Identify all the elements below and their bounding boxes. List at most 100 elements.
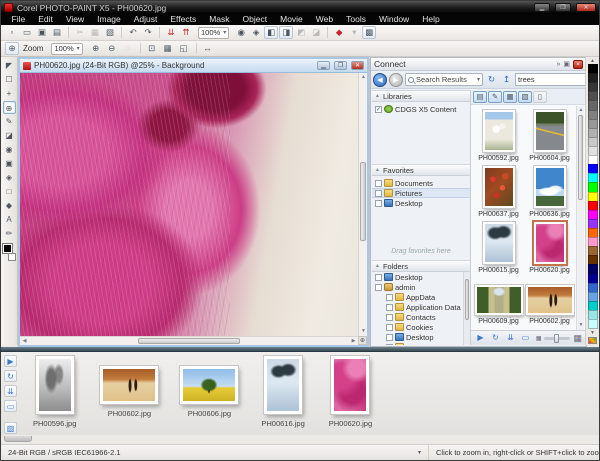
sync-button[interactable]: ↻ — [489, 332, 502, 344]
open-icon[interactable]: ▭ — [20, 26, 34, 39]
scroll-up-icon[interactable]: ▲ — [577, 106, 585, 115]
thumbnail-item[interactable]: PH00592.jpg — [473, 110, 524, 166]
forward-button[interactable]: ▶ — [389, 73, 403, 87]
filter-vector-toggle[interactable]: ✎ — [488, 91, 502, 103]
import-button[interactable]: ⇊ — [504, 332, 517, 344]
fill-tool[interactable]: ◆ — [3, 199, 16, 212]
tray-thumbnail-image[interactable] — [100, 366, 158, 404]
checkbox[interactable] — [386, 324, 393, 331]
folder-tree-item[interactable]: Desktop — [372, 272, 470, 282]
foreground-color-swatch[interactable] — [3, 244, 12, 253]
slider-handle[interactable] — [554, 334, 559, 343]
fullscreen-preview-icon[interactable]: ◉ — [234, 26, 248, 39]
checkbox[interactable] — [386, 304, 393, 311]
thumbnail-image[interactable] — [534, 166, 566, 208]
upload-button[interactable]: ↥ — [500, 73, 513, 86]
tray-thumbnail-image[interactable] — [36, 356, 74, 414]
grid-icon[interactable]: ◩ — [294, 26, 308, 39]
new-icon[interactable]: ▫ — [5, 26, 19, 39]
import-icon[interactable]: ⇊ — [164, 26, 178, 39]
tray-thumbnail-image[interactable] — [264, 356, 302, 414]
doc-close-button[interactable]: ✕ — [351, 61, 364, 70]
thumbnail-item[interactable]: PH00615.jpg — [473, 222, 524, 278]
tray-thumbnail-item[interactable]: PH00602.jpg — [100, 356, 158, 418]
menu-item[interactable]: Movie — [274, 14, 310, 25]
zoom-to-width-icon[interactable]: ◱ — [177, 42, 191, 55]
thumbnails-scrollbar[interactable]: ▲ ▼ — [576, 106, 584, 330]
scroll-right-icon[interactable]: ▶ — [349, 337, 358, 346]
save-icon[interactable]: ▣ — [35, 26, 49, 39]
zoom-to-selection-icon[interactable]: ◌ — [121, 42, 135, 55]
paste-icon[interactable]: ▧ — [103, 26, 117, 39]
checkbox[interactable] — [386, 314, 393, 321]
tray-thumbnail-image[interactable] — [331, 356, 369, 414]
navigator-icon[interactable]: ⊕ — [358, 336, 367, 345]
scroll-thumb[interactable] — [138, 338, 239, 344]
cut-icon[interactable]: ✂ — [73, 26, 87, 39]
launch-icon[interactable]: ◈ — [249, 26, 263, 39]
tray-collapse-tab[interactable] — [4, 436, 32, 442]
eyedropper-tool[interactable]: ✎ — [3, 115, 16, 128]
palette-options-icon[interactable] — [588, 337, 597, 344]
text-tool[interactable]: A — [3, 213, 16, 226]
tray-thumbnail-image[interactable] — [180, 366, 238, 404]
scroll-thumb[interactable] — [465, 279, 469, 320]
zoom-to-height-icon[interactable]: ↔ — [201, 42, 215, 55]
folder-tree-item[interactable]: Application Data — [372, 302, 470, 312]
show-object-marquee-icon[interactable]: ◨ — [279, 26, 293, 39]
properties-button[interactable]: ▭ — [519, 332, 532, 344]
checkbox[interactable] — [375, 274, 382, 281]
clone-tool[interactable]: ▣ — [3, 157, 16, 170]
menu-item[interactable]: Edit — [32, 14, 60, 25]
color-mode-cell[interactable]: 24-Bit RGB / sRGB IEC61966-2.1 ▾ — [1, 445, 429, 460]
chevron-down-icon[interactable]: ▾ — [477, 76, 480, 83]
tray-options-button[interactable]: ▨ — [4, 422, 17, 434]
tray-thumbnail-item[interactable]: PH00620.jpg — [329, 356, 372, 428]
folders-header[interactable]: ▲ Folders — [372, 260, 470, 272]
tray-sync-button[interactable]: ↻ — [4, 370, 17, 382]
export-icon[interactable]: ⇈ — [179, 26, 193, 39]
menu-item[interactable]: Window — [372, 14, 415, 25]
thumbnail-image[interactable] — [534, 222, 566, 264]
mask-tool[interactable]: ☐ — [3, 73, 16, 86]
folder-tree-item[interactable]: Documents — [372, 342, 470, 345]
favorites-header[interactable]: ▲ Favorites — [372, 164, 470, 176]
folder-tree-item[interactable]: Contacts — [372, 312, 470, 322]
minimize-button[interactable]: ▁ — [534, 3, 550, 12]
image-canvas[interactable] — [20, 73, 358, 336]
folder-tree-item[interactable]: admin — [372, 282, 470, 292]
thumbnail-item[interactable]: PH00620.jpg — [524, 222, 575, 278]
back-button[interactable]: ◀ — [373, 73, 387, 87]
close-button[interactable]: ✕ — [576, 3, 596, 12]
zoom-levels-combo[interactable]: 100%▾ — [51, 43, 82, 55]
mask-transform-tool[interactable]: + — [3, 87, 16, 100]
palette-scroll-down-icon[interactable]: ▼ — [590, 330, 595, 336]
eraser-tool[interactable]: ◪ — [3, 129, 16, 142]
checkbox[interactable] — [375, 284, 382, 291]
thumbnail-image[interactable] — [526, 285, 574, 315]
menu-item[interactable]: Help — [416, 14, 446, 25]
thumbnail-item[interactable]: PH00602.jpg — [524, 278, 575, 330]
checkbox[interactable] — [386, 344, 393, 346]
mask-mode-dropdown-icon[interactable]: ▾ — [347, 26, 361, 39]
tray-thumbnail-item[interactable]: PH00596.jpg — [33, 356, 76, 428]
checkbox[interactable] — [386, 294, 393, 301]
menu-item[interactable]: Object — [236, 14, 274, 25]
address-bar[interactable]: Search Results ▾ — [405, 73, 483, 86]
maximize-button[interactable]: ❐ — [555, 3, 571, 12]
scroll-down-icon[interactable]: ▼ — [577, 321, 585, 330]
favorite-item[interactable]: Pictures — [372, 188, 470, 198]
zoom-in-icon[interactable]: ⊕ — [89, 42, 103, 55]
scroll-up-icon[interactable]: ▲ — [359, 73, 368, 82]
menu-item[interactable]: Tools — [340, 14, 373, 25]
show-names-toggle[interactable]: ▯ — [533, 91, 547, 103]
connect-close-icon[interactable]: × — [573, 60, 583, 69]
large-thumbnails-icon[interactable]: ▦ — [573, 333, 582, 344]
doc-minimize-button[interactable]: ▁ — [317, 61, 330, 70]
libraries-header[interactable]: ▲ Libraries — [372, 90, 470, 102]
library-item[interactable]: CDGS X5 Content — [372, 104, 470, 114]
refresh-button[interactable]: ↻ — [485, 73, 498, 86]
menu-item[interactable]: Image — [91, 14, 128, 25]
tray-open-button[interactable]: ▶ — [4, 355, 17, 367]
scroll-left-icon[interactable]: ◀ — [20, 337, 29, 346]
